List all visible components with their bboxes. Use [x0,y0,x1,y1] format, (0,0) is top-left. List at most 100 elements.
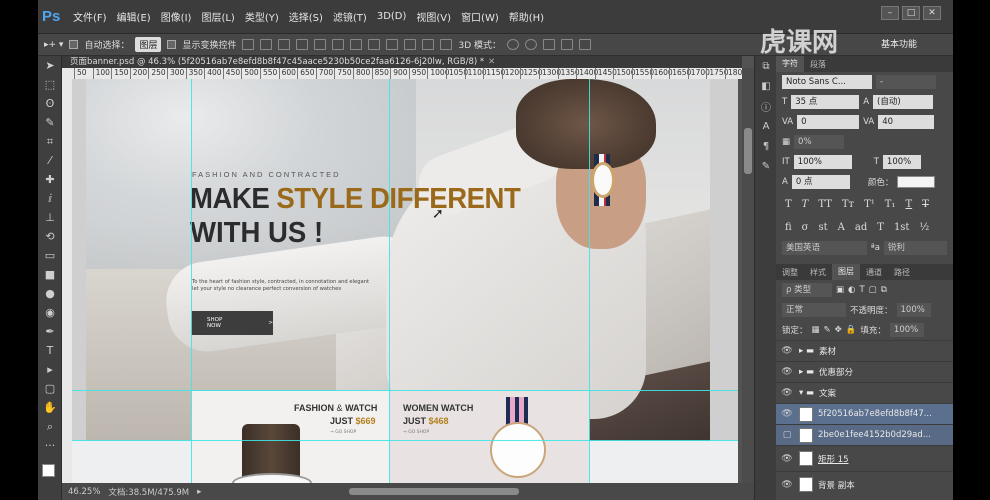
titling-icon[interactable]: ad [852,222,870,233]
promo2-link[interactable]: → GO SHOP [403,430,429,435]
visibility-eye-icon[interactable]: 👁 [780,480,794,490]
layer-row[interactable]: 👁 ▸ ▬ 优惠部分 [776,361,953,382]
font-family-dropdown[interactable]: Noto Sans C... [782,75,872,89]
lock-pixels-icon[interactable]: ✎ [824,325,831,335]
filter-pixel-icon[interactable]: ▣ [836,285,844,295]
visibility-eye-icon[interactable]: 👁 [780,454,794,464]
antialias-dropdown[interactable]: 锐利 [883,241,947,255]
menu-filter[interactable]: 滤镜(T) [328,9,372,24]
kerning-field[interactable]: 0 [797,115,860,129]
eraser-tool-icon[interactable]: ▭ [38,246,62,265]
align-right-icon[interactable] [332,39,345,50]
vertical-scale-field[interactable]: 100% [793,155,852,169]
stylistic-icon[interactable]: st [816,222,831,233]
move-tool-icon[interactable]: ➤ [38,56,62,75]
quick-select-tool-icon[interactable]: ✎ [38,113,62,132]
dodge-tool-icon[interactable]: ◉ [38,303,62,322]
status-arrow-icon[interactable]: ▸ [197,487,201,497]
layer-kind-filter[interactable]: ρ 类型 [782,283,832,297]
visibility-eye-icon[interactable]: 👁 [780,346,794,356]
opacity-field[interactable]: 100% [896,303,931,317]
document-tab[interactable]: 页面banner.psd @ 46.3% (5f20516ab7e8efd8b8… [62,56,742,68]
layer-row[interactable]: ▢ 2be0e1fee4152b0d29ad... [776,424,953,445]
language-dropdown[interactable]: 美国英语 [782,241,867,255]
lock-position-icon[interactable]: ✥ [835,325,842,335]
menu-image[interactable]: 图像(I) [156,9,197,24]
minimize-button[interactable]: – [881,6,899,20]
small-caps-icon[interactable]: Tт [839,199,857,210]
distribute-bottom-icon[interactable] [386,39,399,50]
info-icon[interactable]: ⓘ [755,96,777,116]
leading-field[interactable]: (自动) [873,95,934,109]
maximize-button[interactable]: □ [902,6,920,20]
faux-italic-icon[interactable]: T [799,199,812,210]
marquee-tool-icon[interactable]: ⬚ [38,75,62,94]
baseline-field[interactable]: 0 点 [791,175,850,189]
visibility-eye-icon[interactable]: 👁 [780,367,794,377]
zoom-level[interactable]: 46.25% [68,487,100,497]
align-vcenter-icon[interactable] [260,39,273,50]
menu-edit[interactable]: 编辑(E) [112,9,156,24]
properties-icon[interactable]: ◧ [755,76,777,96]
stamp-tool-icon[interactable]: ⊥ [38,208,62,227]
menu-type[interactable]: 类型(Y) [240,9,284,24]
zoom-tool-icon[interactable]: ⌕ [38,417,62,436]
tab-layers[interactable]: 图层 [832,264,860,280]
shape-tool-icon[interactable]: ▢ [38,379,62,398]
distribute-left-icon[interactable] [404,39,417,50]
history-icon[interactable]: ⧉ [755,56,777,76]
menu-view[interactable]: 视图(V) [411,9,456,24]
distribute-hcenter-icon[interactable] [422,39,435,50]
eyedropper-tool-icon[interactable]: ⁄ [38,151,62,170]
path-select-tool-icon[interactable]: ▸ [38,360,62,379]
vertical-scroll-thumb[interactable] [744,128,752,174]
history-brush-icon[interactable]: ⟲ [38,227,62,246]
tab-paths[interactable]: 路径 [888,267,916,278]
horizontal-scroll-thumb[interactable] [349,488,520,495]
close-tab-icon[interactable]: ✕ [488,57,495,67]
blur-tool-icon[interactable]: ● [38,284,62,303]
menu-3d[interactable]: 3D(D) [372,11,412,22]
tracking-field[interactable]: 40 [878,115,935,129]
healing-tool-icon[interactable]: ✚ [38,170,62,189]
foreground-color-swatch[interactable] [42,464,55,477]
brush-tool-icon[interactable]: ⅈ [38,189,62,208]
close-button[interactable]: ✕ [923,6,941,20]
menu-layer[interactable]: 图层(L) [196,9,239,24]
gradient-tool-icon[interactable]: ■ [38,265,62,284]
vertical-scrollbar[interactable] [742,68,754,483]
distribute-vcenter-icon[interactable] [368,39,381,50]
guide-line[interactable] [72,440,738,441]
layer-row[interactable]: 👁 矩形 15 [776,445,953,471]
doc-size[interactable]: 文档:38.5M/475.9M [108,486,189,498]
promo1-link[interactable]: → GO SHOP [330,430,356,435]
font-size-field[interactable]: 35 点 [791,95,860,109]
3d-scale-icon[interactable] [579,39,592,50]
brush-preset-icon[interactable]: ✎ [755,156,777,176]
text-color-swatch[interactable] [897,176,936,188]
distribute-top-icon[interactable] [350,39,363,50]
visibility-eye-icon[interactable]: 👁 [780,409,794,419]
distribute-right-icon[interactable] [440,39,453,50]
3d-rotate-icon[interactable] [507,39,520,50]
more-tools-icon[interactable]: ··· [38,436,62,455]
guide-line[interactable] [72,390,738,391]
fraction-icon[interactable]: 1st [891,222,913,233]
align-left-icon[interactable] [296,39,309,50]
superscript-icon[interactable]: T¹ [861,199,878,210]
show-transform-checkbox[interactable] [167,40,177,49]
tab-channels[interactable]: 通道 [860,267,888,278]
paragraph-icon[interactable]: ¶ [755,136,777,156]
lock-all-icon[interactable]: 🔒 [846,325,857,335]
canvas[interactable]: FASHION AND CONTRACTED MAKE STYLE DIFFER… [72,79,738,483]
type-tool-icon[interactable]: T [38,341,62,360]
layer-row[interactable]: 👁 ▸ ▬ 素材 [776,340,953,361]
filter-shape-icon[interactable]: ▢ [869,285,877,295]
align-top-icon[interactable] [242,39,255,50]
tab-adjustments[interactable]: 调整 [776,267,804,278]
swash-icon[interactable]: A [835,222,848,233]
layer-row[interactable]: 👁 ▾ ▬ 文案 [776,382,953,403]
layer-row[interactable]: 👁 背景 副本 [776,471,953,497]
horizontal-ruler[interactable]: 50 100 150 200 250 300 350 400 450 500 550 600 650 70… [72,68,742,79]
faux-bold-icon[interactable]: T [782,199,795,210]
